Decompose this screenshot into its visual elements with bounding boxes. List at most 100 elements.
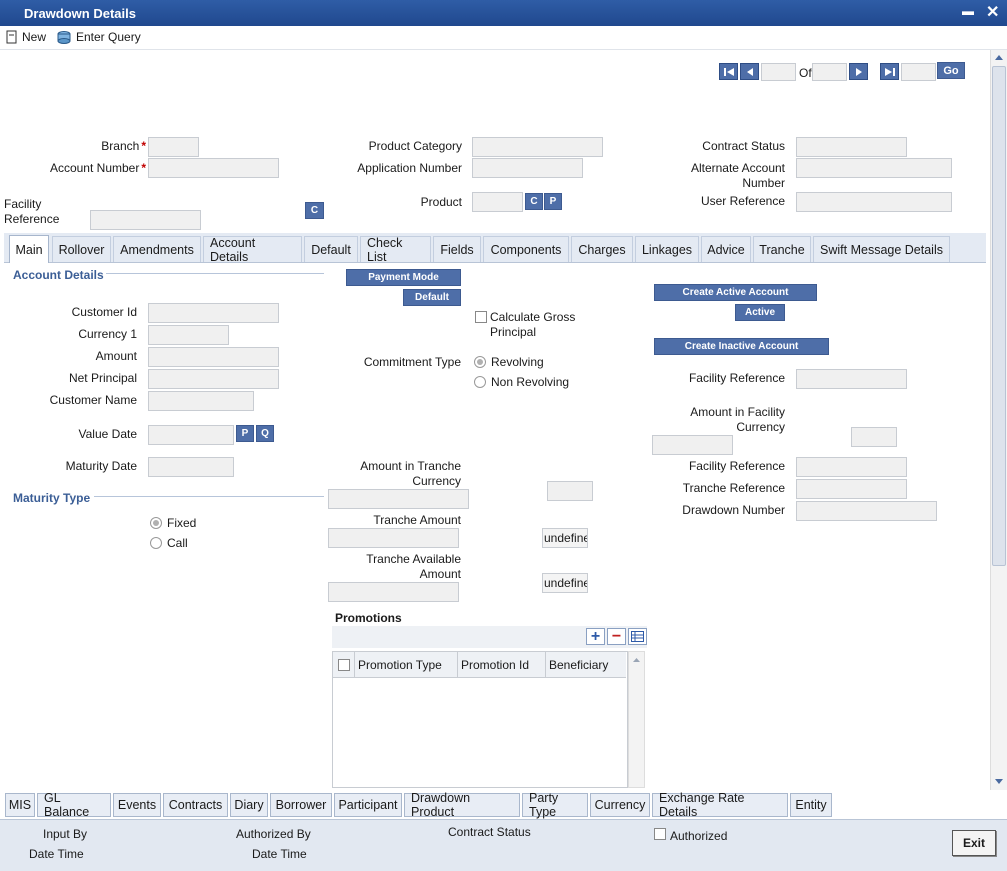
facility-reference-field[interactable]: [796, 369, 907, 389]
product-field[interactable]: [472, 192, 523, 212]
promotions-scrollbar[interactable]: [628, 651, 645, 788]
facility-c-button[interactable]: C: [305, 202, 324, 219]
tab-entity[interactable]: Entity: [790, 793, 832, 817]
default-button[interactable]: Default: [403, 289, 461, 306]
application-number-field[interactable]: [472, 158, 583, 178]
tab-account-details[interactable]: Account Details: [203, 236, 302, 264]
product-p-button[interactable]: P: [544, 193, 562, 210]
calculate-gross-checkbox[interactable]: [475, 311, 487, 323]
tab-default[interactable]: Default: [304, 236, 358, 262]
column-beneficiary[interactable]: Beneficiary: [546, 652, 626, 677]
tab-amendments[interactable]: Amendments: [113, 236, 201, 262]
new-button[interactable]: New: [6, 30, 46, 44]
add-row-icon[interactable]: +: [586, 628, 605, 645]
tab-advice[interactable]: Advice: [701, 236, 751, 262]
value-date-field[interactable]: [148, 425, 234, 445]
total-records-field[interactable]: [812, 63, 847, 81]
user-reference-label: User Reference: [700, 194, 785, 208]
tab-events[interactable]: Events: [113, 793, 161, 817]
go-button[interactable]: Go: [937, 62, 965, 79]
view-rows-icon[interactable]: [628, 628, 647, 645]
tab-exchange-rate-details[interactable]: Exchange Rate Details: [652, 791, 788, 819]
currency-field[interactable]: [148, 325, 229, 345]
tab-mis[interactable]: MIS: [5, 793, 35, 817]
tranche-available-field[interactable]: [328, 582, 459, 602]
amount-facility-ccy-field[interactable]: [652, 435, 733, 455]
tranche-amount-field[interactable]: [328, 528, 459, 548]
maturity-date-field[interactable]: [148, 457, 234, 477]
payment-mode-button[interactable]: Payment Mode: [346, 269, 461, 286]
current-record-field[interactable]: [761, 63, 796, 81]
minimize-icon[interactable]: ▬: [962, 4, 974, 18]
user-reference-field[interactable]: [796, 192, 952, 212]
tab-fields[interactable]: Fields: [433, 236, 481, 262]
net-principal-field[interactable]: [148, 369, 279, 389]
last-record-button[interactable]: [880, 63, 899, 80]
maturity-call-label: Call: [167, 536, 188, 550]
contract-status-label: Contract Status: [702, 139, 785, 153]
facility-reference-field[interactable]: [90, 210, 201, 230]
column-promotion-id[interactable]: Promotion Id: [458, 652, 546, 677]
tab-charges[interactable]: Charges: [571, 236, 633, 262]
maturity-call-radio[interactable]: Call: [150, 536, 188, 550]
revolving-label: Revolving: [491, 355, 544, 369]
tab-rollover[interactable]: Rollover: [52, 236, 111, 262]
tab-party-type[interactable]: Party Type: [522, 791, 588, 819]
maturity-fixed-radio[interactable]: Fixed: [150, 516, 196, 530]
tab-tranche[interactable]: Tranche: [753, 236, 811, 262]
scroll-down-icon[interactable]: [992, 776, 1006, 788]
first-record-button[interactable]: [719, 63, 738, 80]
product-category-field[interactable]: [472, 137, 603, 157]
contract-status-field[interactable]: [796, 137, 907, 157]
next-record-button[interactable]: [849, 63, 868, 80]
scrollbar-thumb[interactable]: [992, 66, 1006, 566]
create-inactive-account-button[interactable]: Create Inactive Account: [654, 338, 829, 355]
active-button[interactable]: Active: [735, 304, 785, 321]
calculate-gross-label: Calculate Gross Principal: [490, 310, 576, 339]
maturity-type-header: Maturity Type: [13, 491, 91, 505]
amount-tranche-ccy-field[interactable]: [328, 489, 469, 509]
drawdown-number-field[interactable]: [796, 501, 937, 521]
tab-drawdown-product[interactable]: Drawdown Product: [404, 791, 520, 819]
value-date-p-button[interactable]: P: [236, 425, 254, 442]
tab-check-list[interactable]: Check List: [360, 236, 431, 264]
tab-diary[interactable]: Diary: [230, 793, 268, 817]
amount-field[interactable]: [148, 347, 279, 367]
delete-row-icon[interactable]: −: [607, 628, 626, 645]
tab-components[interactable]: Components: [483, 236, 569, 262]
scroll-up-icon[interactable]: [992, 52, 1006, 64]
product-c-button[interactable]: C: [525, 193, 543, 210]
tranche-currency-field[interactable]: [547, 481, 593, 501]
tab-participant[interactable]: Participant: [334, 793, 402, 817]
alternate-account-field[interactable]: [796, 158, 952, 178]
tab-contracts[interactable]: Contracts: [163, 793, 228, 817]
customer-id-field[interactable]: [148, 303, 279, 323]
tranche-reference-field[interactable]: [796, 479, 907, 499]
tab-swift-message-details[interactable]: Swift Message Details: [813, 236, 950, 262]
branch-field[interactable]: [148, 137, 199, 157]
create-active-account-button[interactable]: Create Active Account: [654, 284, 817, 301]
branch-label: Branch *: [101, 139, 146, 153]
section-divider: [106, 273, 324, 274]
non-revolving-radio[interactable]: Non Revolving: [474, 375, 569, 389]
tab-borrower[interactable]: Borrower: [270, 793, 332, 817]
tab-gl-balance[interactable]: GL Balance: [37, 791, 111, 819]
authorized-checkbox[interactable]: [654, 828, 666, 840]
facility-reference2-field[interactable]: [796, 457, 907, 477]
tab-currency[interactable]: Currency: [590, 793, 650, 817]
enter-query-button[interactable]: Enter Query: [56, 30, 141, 44]
tab-linkages[interactable]: Linkages: [635, 236, 699, 262]
facility-currency-field[interactable]: [851, 427, 897, 447]
tab-main[interactable]: Main: [9, 235, 49, 263]
radio-unselected-icon: [474, 376, 486, 388]
revolving-radio[interactable]: Revolving: [474, 355, 544, 369]
goto-record-field[interactable]: [901, 63, 936, 81]
exit-button[interactable]: Exit: [952, 830, 996, 856]
account-number-field[interactable]: [148, 158, 279, 178]
previous-record-button[interactable]: [740, 63, 759, 80]
value-date-q-button[interactable]: Q: [256, 425, 274, 442]
select-all-checkbox[interactable]: [337, 658, 350, 671]
customer-name-field[interactable]: [148, 391, 254, 411]
column-promotion-type[interactable]: Promotion Type: [355, 652, 458, 677]
close-icon[interactable]: ✕: [986, 2, 999, 22]
